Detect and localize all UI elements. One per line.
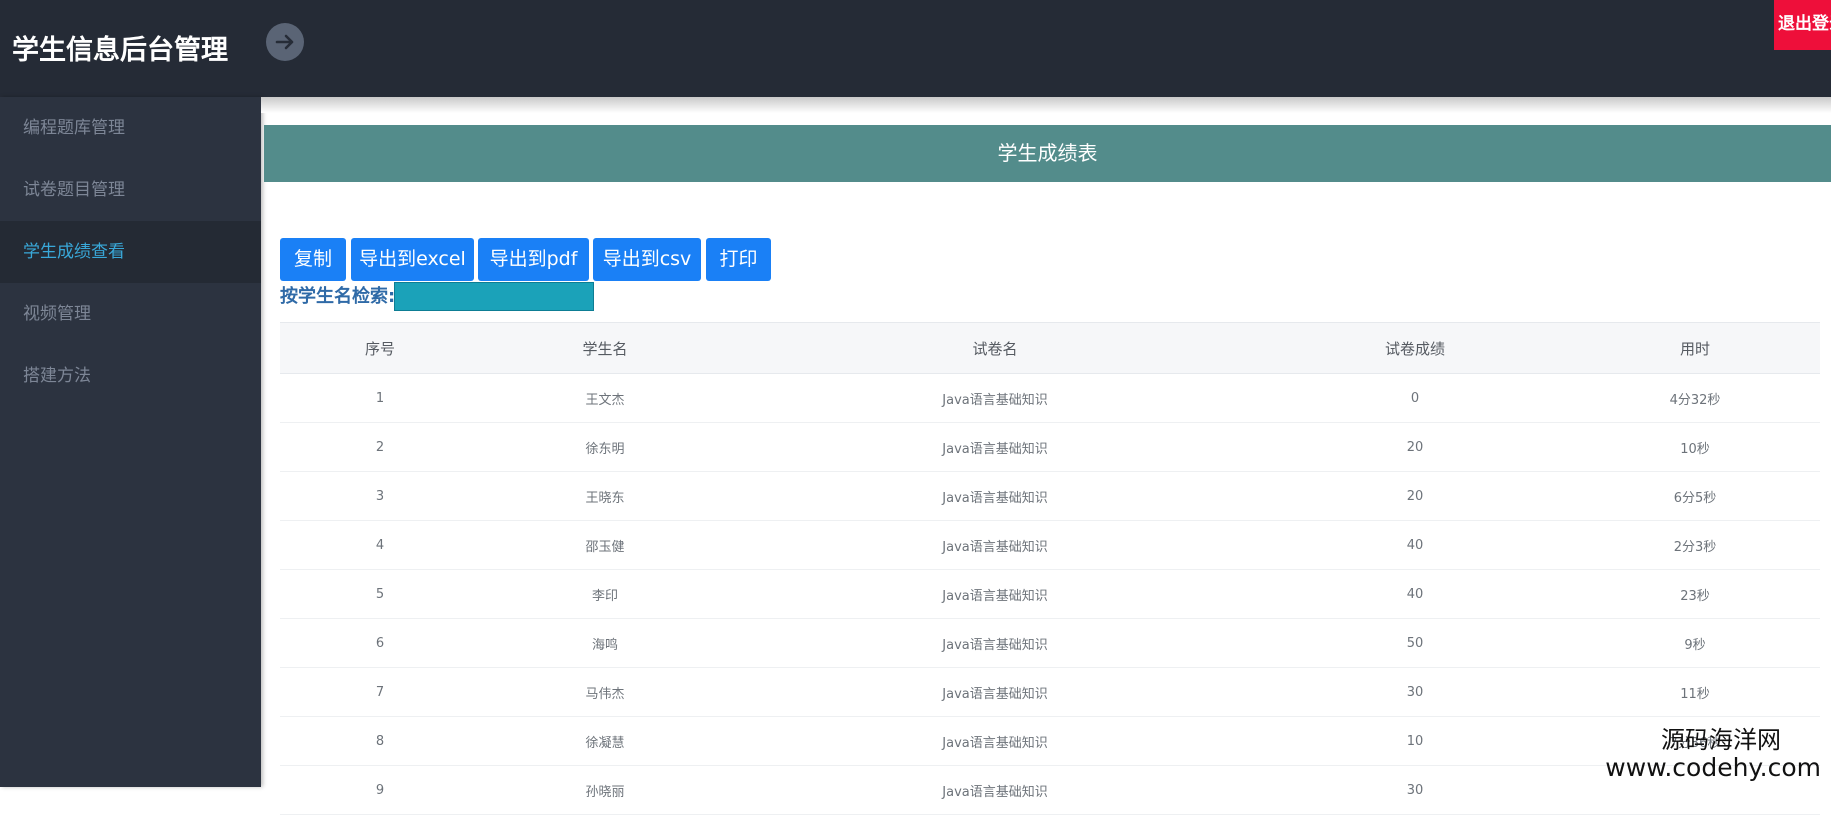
column-header-index[interactable]: 序号: [280, 322, 480, 374]
cell-score: 20: [1260, 471, 1570, 521]
watermark-url: www.codehy.com: [1605, 753, 1821, 782]
cell-student: 李印: [480, 569, 730, 619]
cell-index: 9: [280, 765, 480, 815]
search-label: 按学生名检索:: [280, 286, 396, 307]
cell-index: 5: [280, 569, 480, 619]
top-bar: 学生信息后台管理 退出登录: [0, 0, 1831, 97]
table-row: 3 王晓东 Java语言基础知识 20 6分5秒: [280, 471, 1820, 521]
cell-time: 4分32秒: [1570, 373, 1820, 423]
cell-time: 11秒: [1570, 667, 1820, 717]
cell-student: 徐凝慧: [480, 716, 730, 766]
cell-index: 8: [280, 716, 480, 766]
copy-button[interactable]: 复制: [280, 238, 346, 281]
arrow-right-icon: [275, 34, 294, 50]
cell-score: 30: [1260, 765, 1570, 815]
column-header-score[interactable]: 试卷成绩: [1260, 322, 1570, 374]
cell-score: 0: [1260, 373, 1570, 423]
table-row: 4 邵玉健 Java语言基础知识 40 2分3秒: [280, 520, 1820, 570]
cell-student: 徐东明: [480, 422, 730, 472]
logout-button[interactable]: 退出登录: [1774, 0, 1831, 50]
cell-student: 马伟杰: [480, 667, 730, 717]
sidebar-item-video[interactable]: 视频管理: [0, 283, 261, 345]
table-row: 1 王文杰 Java语言基础知识 0 4分32秒: [280, 373, 1820, 423]
cell-student: 王晓东: [480, 471, 730, 521]
table-row: 9 孙晓丽 Java语言基础知识 30: [280, 765, 1820, 815]
sidebar-item-setup-guide[interactable]: 搭建方法: [0, 345, 261, 407]
column-header-exam[interactable]: 试卷名: [730, 322, 1260, 374]
sidebar-item-exam-questions[interactable]: 试卷题目管理: [0, 159, 261, 221]
cell-score: 10: [1260, 716, 1570, 766]
sidebar-item-student-scores[interactable]: 学生成绩查看: [0, 221, 261, 283]
cell-student: 孙晓丽: [480, 765, 730, 815]
cell-index: 4: [280, 520, 480, 570]
content-top-shadow: [261, 97, 1831, 113]
cell-exam: Java语言基础知识: [730, 716, 1260, 766]
cell-exam: Java语言基础知识: [730, 765, 1260, 815]
column-header-time[interactable]: 用时: [1570, 322, 1820, 374]
cell-score: 40: [1260, 520, 1570, 570]
cell-score: 50: [1260, 618, 1570, 668]
cell-exam: Java语言基础知识: [730, 569, 1260, 619]
student-name-search-input[interactable]: [394, 282, 594, 311]
table-row: 8 徐凝慧 Java语言基础知识 10 7分36秒: [280, 716, 1820, 766]
column-header-student[interactable]: 学生名: [480, 322, 730, 374]
app-title: 学生信息后台管理: [12, 35, 228, 66]
cell-exam: Java语言基础知识: [730, 373, 1260, 423]
site-watermark: 源码海洋网 www.codehy.com: [1605, 726, 1821, 782]
cell-time: 6分5秒: [1570, 471, 1820, 521]
cell-index: 3: [280, 471, 480, 521]
cell-index: 2: [280, 422, 480, 472]
export-excel-button[interactable]: 导出到excel: [351, 238, 474, 281]
cell-time: 10秒: [1570, 422, 1820, 472]
cell-time: 9秒: [1570, 618, 1820, 668]
table-row: 7 马伟杰 Java语言基础知识 30 11秒: [280, 667, 1820, 717]
export-csv-button[interactable]: 导出到csv: [593, 238, 701, 281]
cell-exam: Java语言基础知识: [730, 422, 1260, 472]
table-row: 5 李印 Java语言基础知识 40 23秒: [280, 569, 1820, 619]
cell-index: 6: [280, 618, 480, 668]
table-row: 2 徐东明 Java语言基础知识 20 10秒: [280, 422, 1820, 472]
table-row: 6 海鸣 Java语言基础知识 50 9秒: [280, 618, 1820, 668]
print-button[interactable]: 打印: [706, 238, 771, 281]
cell-student: 海鸣: [480, 618, 730, 668]
cell-index: 7: [280, 667, 480, 717]
export-pdf-button[interactable]: 导出到pdf: [478, 238, 589, 281]
cell-student: 王文杰: [480, 373, 730, 423]
cell-score: 40: [1260, 569, 1570, 619]
cell-score: 30: [1260, 667, 1570, 717]
cell-index: 1: [280, 373, 480, 423]
panel-title: 学生成绩表: [264, 125, 1831, 182]
cell-exam: Java语言基础知识: [730, 471, 1260, 521]
sidebar-toggle-button[interactable]: [266, 23, 304, 61]
cell-exam: Java语言基础知识: [730, 618, 1260, 668]
table-header-row: 序号 学生名 试卷名 试卷成绩 用时: [280, 322, 1820, 374]
cell-student: 邵玉健: [480, 520, 730, 570]
cell-exam: Java语言基础知识: [730, 667, 1260, 717]
scores-table: 序号 学生名 试卷名 试卷成绩 用时 1 王文杰 Java语言基础知识 0 4分…: [280, 322, 1820, 815]
sidebar-item-question-bank[interactable]: 编程题库管理: [0, 97, 261, 159]
cell-time: 23秒: [1570, 569, 1820, 619]
cell-score: 20: [1260, 422, 1570, 472]
cell-exam: Java语言基础知识: [730, 520, 1260, 570]
sidebar: 编程题库管理 试卷题目管理 学生成绩查看 视频管理 搭建方法: [0, 97, 261, 787]
cell-time: 2分3秒: [1570, 520, 1820, 570]
watermark-name: 源码海洋网: [1661, 726, 1781, 754]
